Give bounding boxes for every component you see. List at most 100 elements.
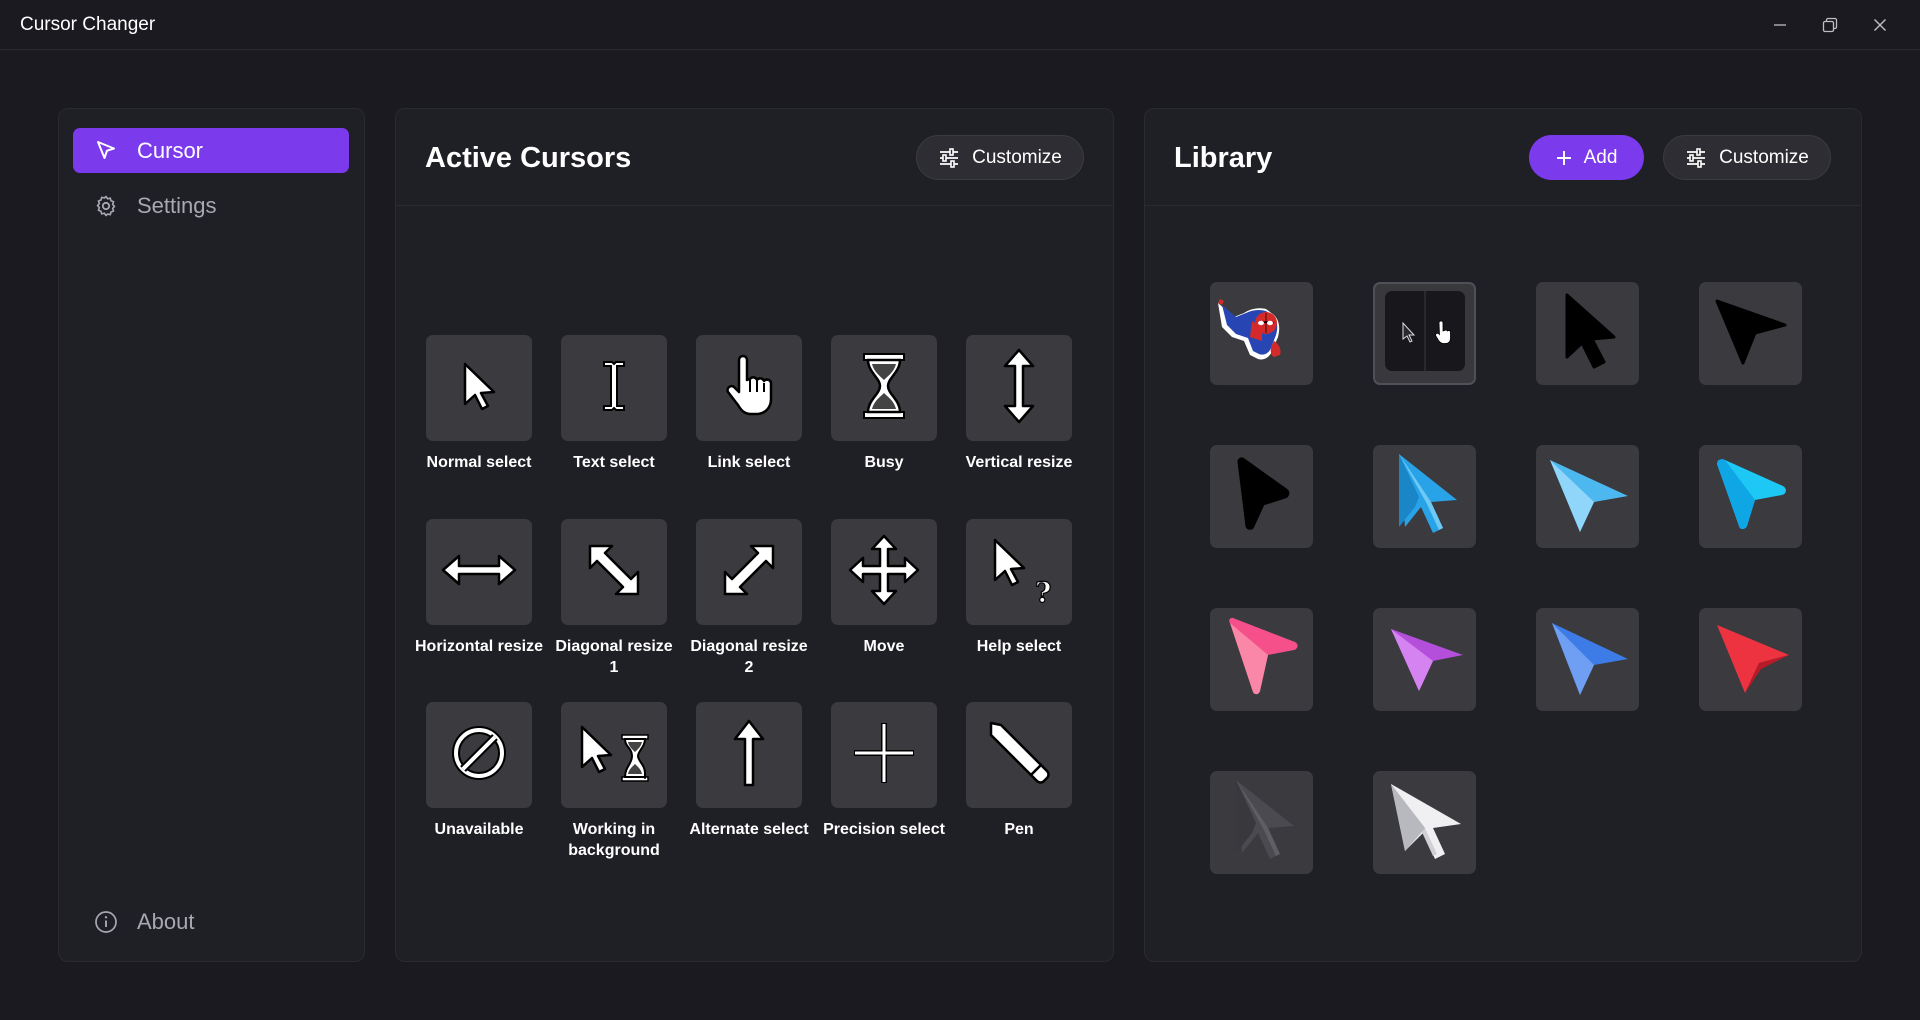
customize-label: Customize	[972, 146, 1062, 168]
diagonal-resize-2-icon	[719, 540, 779, 605]
cursor-help-select[interactable]: ? Help select	[966, 519, 1072, 657]
title-bar: Cursor Changer	[0, 0, 1920, 50]
restore-button[interactable]	[1807, 8, 1853, 42]
close-icon	[1873, 18, 1887, 32]
sidebar: Cursor Settings About	[58, 108, 365, 962]
cursor-label: Horizontal resize	[414, 638, 544, 655]
library-item-pink-pointer[interactable]	[1210, 608, 1313, 711]
black-rounded-pointer-icon	[1227, 456, 1297, 537]
cursor-label: Diagonal resize 1	[555, 638, 673, 676]
working-in-background-icon	[574, 721, 654, 790]
cursor-label: Precision select	[823, 821, 945, 838]
app-title: Cursor Changer	[20, 14, 156, 35]
library-item-cyan-pointer[interactable]	[1699, 445, 1802, 548]
library-item-dark-gray-arrow[interactable]	[1210, 771, 1313, 874]
library-item-small-cursor-pack[interactable]	[1373, 282, 1476, 385]
pink-pointer-icon	[1222, 615, 1302, 704]
cursor-alternate-select[interactable]: Alternate select	[689, 702, 809, 840]
info-icon	[93, 909, 119, 935]
active-cursors-header: Active Cursors Customize	[396, 109, 1113, 206]
cursor-link-select[interactable]: Link select	[696, 335, 802, 473]
cursor-pen[interactable]: Pen	[966, 702, 1072, 840]
sidebar-item-settings[interactable]: Settings	[73, 183, 349, 228]
minimize-icon	[1773, 18, 1787, 32]
horizontal-resize-icon	[441, 550, 517, 595]
cursor-label: Link select	[707, 454, 791, 471]
add-button[interactable]: Add	[1529, 135, 1644, 180]
normal-select-icon	[449, 356, 509, 421]
purple-pointer-icon	[1383, 615, 1467, 704]
spiderman-cursor-icon	[1214, 293, 1310, 374]
library-customize-button[interactable]: Customize	[1663, 135, 1831, 180]
light-blue-arrow-cursor-icon	[1387, 452, 1463, 541]
diagonal-resize-1-icon	[584, 540, 644, 605]
cursor-label: Busy	[864, 454, 904, 471]
cursor-move[interactable]: Move	[831, 519, 937, 657]
precision-select-icon	[851, 720, 917, 791]
library-item-spiderman[interactable]	[1210, 282, 1313, 385]
library-item-red-pointer[interactable]	[1699, 608, 1802, 711]
library-title: Library	[1174, 142, 1273, 174]
sidebar-item-cursor[interactable]: Cursor	[73, 128, 349, 173]
cursor-label: Help select	[976, 638, 1062, 655]
sidebar-item-label: Settings	[137, 192, 217, 218]
cursor-arrow-icon	[93, 138, 119, 164]
restore-icon	[1822, 17, 1838, 33]
pen-icon	[985, 719, 1053, 792]
cursor-label: Working in background	[568, 821, 660, 859]
sidebar-item-label: Cursor	[137, 137, 204, 163]
cursor-vertical-resize[interactable]: Vertical resize	[966, 335, 1072, 473]
text-select-icon	[584, 356, 644, 421]
cursor-label: Move	[863, 638, 905, 655]
svg-text:?: ?	[1035, 576, 1051, 608]
sliders-icon	[1685, 147, 1707, 168]
blue-pointer-icon	[1546, 615, 1630, 704]
close-button[interactable]	[1857, 8, 1903, 42]
add-label: Add	[1583, 146, 1618, 168]
cursor-diagonal-resize-1[interactable]: Diagonal resize 1	[555, 519, 673, 678]
active-cursors-panel: Active Cursors Customize Normal select T…	[395, 108, 1114, 962]
cursor-precision-select[interactable]: Precision select	[823, 702, 945, 840]
cyan-pointer-icon	[1711, 454, 1791, 539]
minimize-button[interactable]	[1757, 8, 1803, 42]
cursor-busy[interactable]: Busy	[831, 335, 937, 473]
plus-icon	[1556, 150, 1572, 166]
cursor-horizontal-resize[interactable]: Horizontal resize	[415, 519, 543, 657]
black-pointer-cursor-icon	[1711, 291, 1791, 376]
cursor-working-in-background[interactable]: Working in background	[561, 702, 667, 861]
cursor-unavailable[interactable]: Unavailable	[426, 702, 532, 840]
black-arrow-cursor-icon	[1555, 293, 1621, 374]
cursor-normal-select[interactable]: Normal select	[426, 335, 532, 473]
library-item-purple-pointer[interactable]	[1373, 608, 1476, 711]
busy-icon	[854, 351, 914, 426]
cursor-diagonal-resize-2[interactable]: Diagonal resize 2	[690, 519, 808, 678]
library-panel: Library Add Customize	[1144, 108, 1862, 962]
library-item-blue-pointer[interactable]	[1536, 608, 1639, 711]
library-item-black-arrow[interactable]	[1536, 282, 1639, 385]
alternate-select-icon	[729, 719, 769, 792]
cursor-text-select[interactable]: Text select	[561, 335, 667, 473]
cursor-label: Normal select	[426, 454, 532, 471]
dark-gray-arrow-cursor-icon	[1224, 778, 1300, 867]
cursor-label: Pen	[1004, 821, 1034, 838]
active-cursors-title: Active Cursors	[425, 142, 632, 174]
cursor-label: Vertical resize	[965, 454, 1073, 471]
cursor-label: Alternate select	[689, 821, 809, 838]
customize-label: Customize	[1719, 146, 1809, 168]
library-item-white-arrow[interactable]	[1373, 771, 1476, 874]
cursor-label: Diagonal resize 2	[690, 638, 808, 676]
active-customize-button[interactable]: Customize	[916, 135, 1084, 180]
library-item-light-blue-arrow[interactable]	[1373, 445, 1476, 548]
sliders-icon	[938, 147, 960, 168]
red-pointer-icon	[1709, 615, 1793, 704]
sidebar-item-about[interactable]: About	[73, 899, 349, 944]
cursor-label: Unavailable	[434, 821, 524, 838]
help-select-icon: ?	[981, 532, 1057, 613]
unavailable-icon	[451, 725, 507, 786]
sidebar-item-label: About	[137, 908, 195, 934]
gear-icon	[93, 193, 119, 219]
library-item-black-pointer[interactable]	[1699, 282, 1802, 385]
cursor-label: Text select	[573, 454, 655, 471]
library-item-black-rounded-pointer[interactable]	[1210, 445, 1313, 548]
library-item-sky-blue-pointer[interactable]	[1536, 445, 1639, 548]
